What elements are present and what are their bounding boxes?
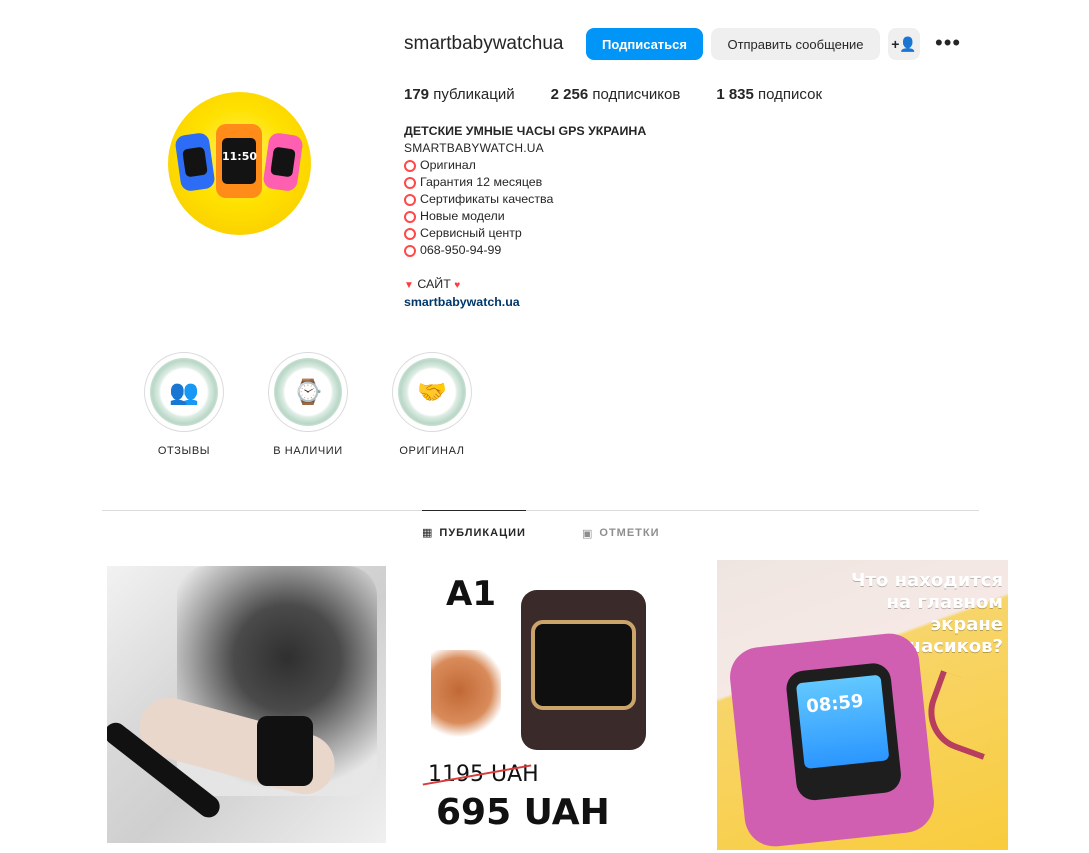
avatar-watch-screen — [182, 146, 208, 178]
people-icon: 👥 — [169, 378, 199, 406]
grid-icon: ▦ — [422, 527, 434, 539]
tab-label: ОТМЕТКИ — [599, 527, 660, 539]
stat-count: 179 — [404, 86, 430, 103]
bio-line: Сертификаты качества — [404, 191, 804, 208]
highlight-circle: ⌚ — [268, 352, 348, 432]
post-model-label: A1 — [446, 574, 496, 614]
post-thumbnail[interactable] — [107, 566, 386, 843]
highlight-label: В НАЛИЧИИ — [273, 445, 343, 457]
avatar-image: 11:50 — [168, 92, 311, 235]
bio-line-text: 068-950-94-99 — [420, 243, 502, 257]
post-image-watch — [257, 716, 313, 786]
highlight-in-stock[interactable]: ⌚ В НАЛИЧИИ — [268, 352, 348, 457]
circle-icon — [404, 210, 416, 223]
post-image-watch-face: 08:59 — [784, 661, 903, 802]
send-message-button[interactable]: Отправить сообщение — [711, 28, 880, 60]
post-image-watch — [521, 590, 646, 750]
stat-count: 1 835 — [716, 86, 754, 103]
bio-line-text: Сервисный центр — [420, 226, 522, 240]
bio-line-text: Сертификаты качества — [420, 192, 554, 206]
post-image-watch-screen — [531, 620, 636, 710]
handshake-icon: 🤝 — [417, 378, 447, 406]
bio-title: ДЕТСКИЕ УМНЫЕ ЧАСЫ GPS УКРАИНА — [404, 124, 647, 138]
post-image-fox — [431, 650, 501, 740]
heart-icon: ▼ — [404, 280, 414, 291]
profile-username: smartbabywatchua — [404, 33, 564, 54]
stat-label: подписок — [758, 86, 823, 103]
stat-posts[interactable]: 179 публикаций — [404, 86, 515, 103]
profile-stats: 179 публикаций 2 256 подписчиков 1 835 п… — [404, 86, 822, 103]
tab-label: ПУБЛИКАЦИИ — [439, 526, 526, 539]
avatar-watch-orange: 11:50 — [216, 124, 262, 198]
bio-line-text: Гарантия 12 месяцев — [420, 175, 543, 189]
more-options-icon[interactable]: ••• — [935, 30, 961, 56]
tab-tagged[interactable]: ▣ ОТМЕТКИ — [582, 511, 660, 555]
highlight-image: 🤝 — [398, 358, 466, 426]
highlight-image: ⌚ — [274, 358, 342, 426]
post-image-watch-screen: 08:59 — [795, 674, 890, 769]
bio-site-line: ▼ САЙТ ♥ — [404, 276, 804, 294]
bio-line: 068-950-94-99 — [404, 242, 804, 259]
avatar-watch-time: 11:50 — [222, 150, 258, 163]
bio-line: Оригинал — [404, 157, 804, 174]
circle-icon — [404, 193, 416, 206]
tab-publications[interactable]: ▦ ПУБЛИКАЦИИ — [422, 510, 526, 554]
avatar-watch-screen: 11:50 — [222, 138, 258, 184]
bio-line-text: Оригинал — [420, 158, 476, 172]
follow-button[interactable]: Подписаться — [586, 28, 703, 60]
heart-icon: ♥ — [454, 280, 461, 291]
circle-icon — [404, 227, 416, 240]
highlight-label: ОРИГИНАЛ — [399, 445, 465, 457]
bio-line: Гарантия 12 месяцев — [404, 174, 804, 191]
highlight-image: 👥 — [150, 358, 218, 426]
bio-site-label: САЙТ — [417, 277, 451, 291]
post-new-price: 695 UAH — [436, 792, 610, 833]
bio-link[interactable]: smartbabywatch.ua — [404, 294, 804, 311]
add-user-icon: +👤 — [891, 35, 917, 52]
avatar-watch-pink — [262, 131, 304, 193]
profile-avatar[interactable]: 11:50 — [168, 92, 311, 235]
bio-subtitle: SMARTBABYWATCH.UA — [404, 141, 544, 155]
highlight-label: ОТЗЫВЫ — [157, 445, 211, 457]
stat-following[interactable]: 1 835 подписок — [716, 86, 822, 103]
add-user-button[interactable]: +👤 — [888, 28, 920, 60]
stat-label: публикаций — [433, 86, 515, 103]
post-watch-time: 08:59 — [805, 690, 865, 718]
bio-spacer — [404, 259, 804, 276]
bio-line: Новые модели — [404, 208, 804, 225]
highlight-circle: 🤝 — [392, 352, 472, 432]
profile-header: 11:50 smartbabywatchua Подписаться Отпра… — [0, 0, 1089, 330]
avatar-watch-blue — [174, 131, 216, 193]
highlight-reviews[interactable]: 👥 ОТЗЫВЫ — [144, 352, 224, 457]
circle-icon — [404, 244, 416, 257]
stat-label: подписчиков — [592, 86, 681, 103]
watch-icon: ⌚ — [293, 378, 323, 406]
stat-followers[interactable]: 2 256 подписчиков — [551, 86, 681, 103]
bio-line-text: Новые модели — [420, 209, 505, 223]
post-image-watch: 08:59 — [727, 630, 937, 850]
highlight-original[interactable]: 🤝 ОРИГИНАЛ — [392, 352, 472, 457]
post-thumbnail[interactable]: A1 1195 UAH 695 UAH — [406, 560, 697, 850]
circle-icon — [404, 176, 416, 189]
arrow-icon — [917, 670, 1007, 760]
profile-bio: ДЕТСКИЕ УМНЫЕ ЧАСЫ GPS УКРАИНА SMARTBABY… — [404, 123, 804, 311]
story-highlights: 👥 ОТЗЫВЫ ⌚ В НАЛИЧИИ 🤝 ОРИГИНАЛ — [144, 352, 472, 457]
profile-tabs: ▦ ПУБЛИКАЦИИ ▣ ОТМЕТКИ — [102, 510, 979, 555]
circle-icon — [404, 159, 416, 172]
stat-count: 2 256 — [550, 86, 589, 103]
post-thumbnail[interactable]: Что находится на главном экране часиков?… — [717, 560, 1008, 850]
posts-grid: A1 1195 UAH 695 UAH Что находится на гла… — [107, 560, 1008, 850]
avatar-watch-screen — [270, 146, 296, 178]
bio-line: Сервисный центр — [404, 225, 804, 242]
tag-icon: ▣ — [582, 527, 594, 540]
highlight-circle: 👥 — [144, 352, 224, 432]
